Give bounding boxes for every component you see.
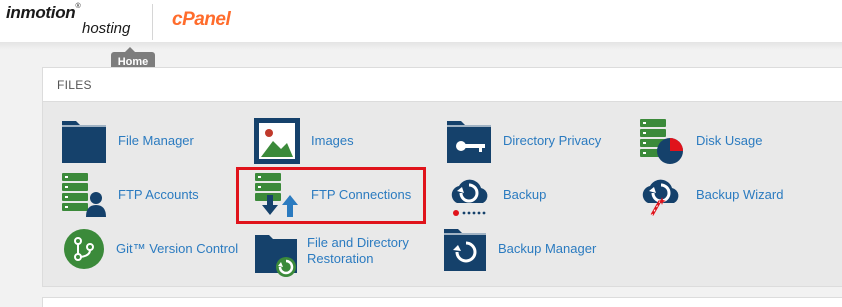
files-section-title: FILES xyxy=(57,78,92,92)
backup-manager-link[interactable]: Backup Manager xyxy=(442,225,602,273)
ftp-accounts-link[interactable]: FTP Accounts xyxy=(60,171,200,219)
next-panel-edge xyxy=(42,297,842,307)
ftp-accounts-label: FTP Accounts xyxy=(118,187,199,202)
file-restore-icon xyxy=(255,235,297,277)
backup-cloud-icon xyxy=(451,179,488,216)
backup-manager-label: Backup Manager xyxy=(498,241,597,256)
folder-icon xyxy=(62,121,106,163)
images-label: Images xyxy=(311,133,354,148)
backup-wizard-label: Backup Wizard xyxy=(696,187,784,202)
disk-usage-icon xyxy=(640,119,683,164)
git-version-control-link[interactable]: Git™ Version Control xyxy=(60,225,240,273)
directory-privacy-label: Directory Privacy xyxy=(503,133,602,148)
backup-label: Backup xyxy=(503,187,547,202)
backup-wizard-link[interactable]: Backup Wizard xyxy=(638,171,788,219)
top-header: inmotion® hosting cPanel xyxy=(0,0,842,42)
git-version-control-label: Git™ Version Control xyxy=(116,241,239,256)
ftp-accounts-icon xyxy=(62,173,106,217)
ftp-connections-highlight-box xyxy=(236,167,426,224)
disk-usage-link[interactable]: Disk Usage xyxy=(638,117,768,165)
folder-key-icon xyxy=(447,121,491,163)
header-divider xyxy=(152,4,153,40)
backup-wizard-icon xyxy=(642,179,679,216)
directory-privacy-link[interactable]: Directory Privacy xyxy=(445,117,605,165)
file-directory-restoration-link[interactable]: File and Directory Restoration xyxy=(253,225,423,277)
git-icon xyxy=(64,229,104,269)
file-manager-label: File Manager xyxy=(118,133,194,148)
backup-link[interactable]: Backup xyxy=(445,171,555,219)
images-link[interactable]: Images xyxy=(253,117,363,165)
file-manager-link[interactable]: File Manager xyxy=(60,117,200,165)
cpanel-logo[interactable]: cPanel xyxy=(172,9,231,31)
file-directory-restoration-label: File and Directory Restoration xyxy=(307,235,409,266)
image-icon xyxy=(254,118,300,164)
disk-usage-label: Disk Usage xyxy=(696,133,763,148)
files-panel-header[interactable]: FILES xyxy=(43,68,842,102)
backup-manager-icon xyxy=(444,229,486,271)
inmotion-hosting-logo[interactable]: inmotion® hosting xyxy=(6,3,138,39)
